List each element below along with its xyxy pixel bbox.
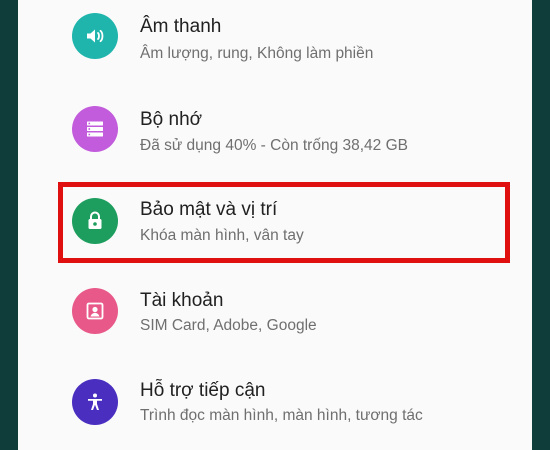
settings-item-accessibility[interactable]: Hỗ trợ tiếp cận Trình đọc màn hình, màn …	[18, 364, 532, 450]
settings-item-sound[interactable]: Âm thanh Âm lượng, rung, Không làm phiền	[18, 0, 532, 86]
storage-title: Bộ nhớ	[140, 109, 203, 130]
settings-item-security[interactable]: Bảo mật và vị trí Khóa màn hình, vân tay	[18, 182, 532, 272]
storage-subtitle: Đã sử dụng 40% - Còn trống 38,42 GB	[140, 137, 409, 154]
sound-title: Âm thanh	[140, 16, 222, 37]
storage-icon	[72, 106, 118, 152]
settings-panel: Âm thanh Âm lượng, rung, Không làm phiền…	[18, 0, 532, 450]
volume-icon	[72, 13, 118, 59]
settings-item-storage[interactable]: Bộ nhớ Đã sử dụng 40% - Còn trống 38,42 …	[18, 90, 532, 180]
accounts-subtitle: SIM Card, Adobe, Google	[140, 317, 317, 334]
accessibility-subtitle: Trình đọc màn hình, màn hình, tương tác	[140, 407, 423, 424]
sound-subtitle: Âm lượng, rung, Không làm phiền	[140, 45, 374, 62]
security-subtitle: Khóa màn hình, vân tay	[140, 227, 304, 244]
accessibility-icon	[72, 379, 118, 425]
accessibility-title: Hỗ trợ tiếp cận	[140, 380, 266, 401]
settings-item-accounts[interactable]: Tài khoản SIM Card, Adobe, Google	[18, 273, 532, 363]
accounts-title: Tài khoản	[140, 290, 224, 311]
account-icon	[72, 288, 118, 334]
lock-icon	[72, 198, 118, 244]
security-title: Bảo mật và vị trí	[140, 199, 278, 220]
